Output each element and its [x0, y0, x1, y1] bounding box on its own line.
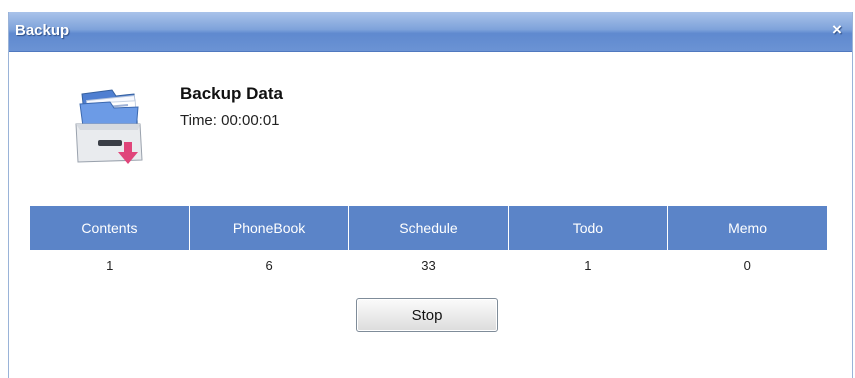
column-header-contents: Contents: [30, 206, 190, 250]
count-schedule: 33: [421, 257, 436, 273]
backup-heading: Backup Data: [180, 84, 283, 103]
elapsed-time: Time: 00:00:01: [180, 112, 280, 129]
count-memo: 0: [743, 257, 751, 273]
column-header-todo: Todo: [508, 206, 669, 250]
close-icon[interactable]: ×: [828, 21, 846, 39]
window-title: Backup: [15, 22, 70, 39]
column-header-phonebook: PhoneBook: [189, 206, 350, 250]
stop-button[interactable]: Stop: [356, 298, 498, 332]
backup-stats-table: Contents PhoneBook Schedule Todo Memo 1 …: [30, 206, 827, 280]
column-header-schedule: Schedule: [348, 206, 509, 250]
titlebar[interactable]: Backup ×: [9, 12, 852, 52]
count-todo: 1: [584, 257, 592, 273]
time-label: Time:: [180, 112, 217, 129]
table-header-row: Contents PhoneBook Schedule Todo Memo: [30, 206, 827, 250]
time-value: 00:00:01: [221, 112, 280, 129]
column-header-memo: Memo: [667, 206, 827, 250]
backup-drawer-icon: [68, 80, 158, 170]
count-phonebook: 6: [265, 257, 273, 273]
count-contents: 1: [106, 257, 114, 273]
table-row: 1 6 33 1 0: [30, 250, 827, 280]
